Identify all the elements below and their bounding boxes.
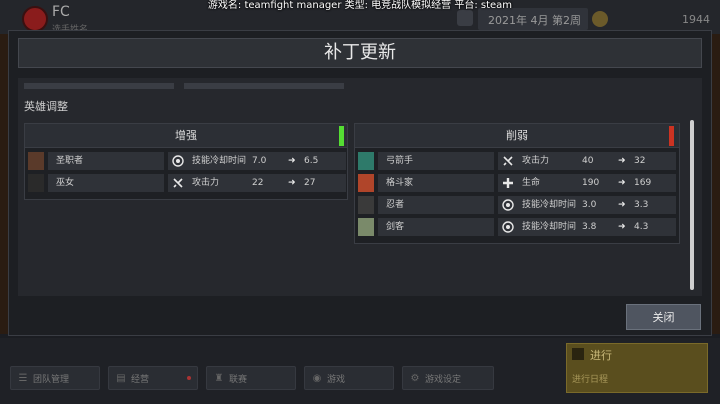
stat-name: 生命 <box>522 178 541 188</box>
hero-change-row: 格斗家 生命 190 ➜ 169 <box>358 174 676 192</box>
notification-dot <box>187 376 191 380</box>
hero-name: 忍者 <box>386 200 405 210</box>
nav-team-management[interactable]: ☰ 团队管理 <box>10 366 100 390</box>
hero-change-row: 弓箭手 攻击力 40 ➜ 32 <box>358 152 676 170</box>
coin-icon <box>592 11 608 27</box>
target-icon <box>170 153 186 169</box>
dialog-title: 补丁更新 <box>324 42 396 63</box>
old-value: 22 <box>252 178 264 188</box>
new-value: 6.5 <box>304 156 319 166</box>
new-value: 4.3 <box>634 222 649 232</box>
hero-avatar <box>358 174 374 192</box>
close-button[interactable]: 关闭 <box>626 304 701 330</box>
current-date: 2021年 4月 第2周 <box>488 14 581 27</box>
arrow-right-icon: ➜ <box>618 222 626 232</box>
stat-name: 技能冷却时间 <box>522 222 577 232</box>
nerf-panel-title: 削弱 <box>506 129 528 142</box>
hero-change-row: 剑客 技能冷却时间 3.8 ➜ 4.3 <box>358 218 676 236</box>
dialog-scrollbar[interactable] <box>690 120 694 290</box>
old-value: 3.8 <box>582 222 597 232</box>
proceed-icon <box>572 348 584 360</box>
old-value: 7.0 <box>252 156 267 166</box>
swords-icon <box>500 153 516 169</box>
background-strip-right <box>712 34 720 334</box>
proceed-button[interactable] <box>566 343 708 393</box>
old-value: 40 <box>582 156 594 166</box>
scrolled-item-bar <box>24 83 174 89</box>
hero-change-row: 忍者 技能冷却时间 3.0 ➜ 3.3 <box>358 196 676 214</box>
new-value: 3.3 <box>634 200 649 210</box>
arrow-right-icon: ➜ <box>618 178 626 188</box>
hero-name: 格斗家 <box>386 178 414 188</box>
arrow-right-icon: ➜ <box>288 156 296 166</box>
team-icon: ☰ <box>18 372 28 384</box>
ledger-icon: ▤ <box>116 372 126 384</box>
old-value: 190 <box>582 178 600 188</box>
gamepad-icon: ◉ <box>312 372 322 384</box>
money-amount: 1944 <box>682 13 710 26</box>
stat-name: 攻击力 <box>522 156 550 166</box>
old-value: 3.0 <box>582 200 597 210</box>
hero-avatar <box>358 152 374 170</box>
hero-name: 剑客 <box>386 222 405 232</box>
section-label: 英雄调整 <box>24 100 68 113</box>
hero-avatar <box>358 196 374 214</box>
target-icon <box>500 197 516 213</box>
overlay-caption: 游戏名: teamfight manager 类型: 电竞战队模拟经营 平台: … <box>207 0 513 11</box>
new-value: 32 <box>634 156 646 166</box>
plus-icon <box>500 175 516 191</box>
hero-name: 弓箭手 <box>386 156 414 166</box>
swords-icon <box>170 175 186 191</box>
nerf-accent-bar <box>669 126 674 146</box>
stat-name: 攻击力 <box>192 178 220 188</box>
arrow-right-icon: ➜ <box>618 156 626 166</box>
new-value: 27 <box>304 178 316 188</box>
hero-name: 圣职者 <box>56 156 84 166</box>
hero-avatar <box>28 174 44 192</box>
nav-business[interactable]: ▤ 经营 <box>108 366 198 390</box>
buff-panel-title: 增强 <box>175 129 197 142</box>
hero-avatar <box>28 152 44 170</box>
scrolled-item-bar <box>184 83 344 89</box>
arrow-right-icon: ➜ <box>288 178 296 188</box>
nav-game[interactable]: ◉ 游戏 <box>304 366 394 390</box>
stat-name: 技能冷却时间 <box>522 200 577 210</box>
hero-avatar <box>358 218 374 236</box>
gear-icon: ⚙ <box>410 372 420 384</box>
hero-change-row: 圣职者 技能冷却时间 7.0 ➜ 6.5 <box>28 152 346 170</box>
nav-game-settings[interactable]: ⚙ 游戏设定 <box>402 366 494 390</box>
new-value: 169 <box>634 178 652 188</box>
stat-name: 技能冷却时间 <box>192 156 247 166</box>
target-icon <box>500 219 516 235</box>
trophy-icon: ♜ <box>214 372 224 384</box>
nav-league[interactable]: ♜ 联赛 <box>206 366 296 390</box>
proceed-sublabel: 进行日程 <box>572 375 609 385</box>
arrow-right-icon: ➜ <box>618 200 626 210</box>
calendar-icon <box>457 10 473 26</box>
proceed-label: 进行 <box>590 349 612 362</box>
hero-name: 巫女 <box>56 178 75 188</box>
hero-change-row: 巫女 攻击力 22 ➜ 27 <box>28 174 346 192</box>
buff-accent-bar <box>339 126 344 146</box>
background-strip-left <box>0 34 8 334</box>
